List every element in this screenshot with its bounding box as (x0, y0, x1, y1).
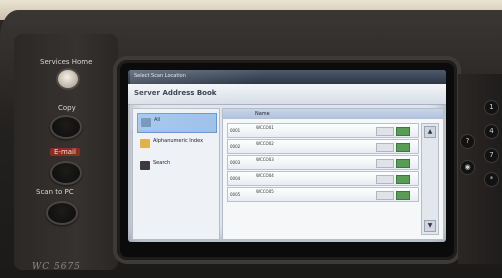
row-number: 0001 (230, 128, 241, 133)
column-name-label: Name (255, 111, 270, 117)
row-name: WCCO03 (256, 157, 274, 162)
row-tag (376, 175, 394, 184)
language-button[interactable]: ◉ (460, 160, 475, 175)
screen-title: Server Address Book (134, 89, 217, 97)
nav-item-alphanumeric-index[interactable]: Alphanumeric Index (137, 135, 215, 153)
help-button[interactable]: ? (460, 134, 475, 149)
touch-screen: Select Scan Location Server Address Book… (128, 70, 446, 242)
list-icon (141, 118, 151, 127)
scrollbar[interactable]: ▲ ▼ (421, 123, 439, 235)
row-number: 0004 (230, 176, 241, 181)
copier-control-panel-photo: Services Home Copy E-mail Scan to PC Sel… (0, 0, 502, 278)
binoculars-icon (140, 161, 150, 170)
email-label: E-mail (50, 148, 80, 156)
row-check[interactable] (396, 127, 410, 136)
row-check[interactable] (396, 175, 410, 184)
email-button[interactable] (50, 161, 82, 185)
screen-topbar: Select Scan Location (128, 70, 446, 84)
services-home-label: Services Home (40, 58, 93, 66)
column-header: Name (223, 109, 443, 119)
nav-item-all[interactable]: All (137, 113, 217, 133)
row-tag (376, 143, 394, 152)
table-row[interactable]: 0005 WCCO05 (227, 187, 419, 202)
row-tag (376, 159, 394, 168)
index-panel: All Alphanumeric Index Search (132, 108, 220, 240)
row-name: WCCO05 (256, 189, 274, 194)
address-list: Name 0001 WCCO01 0002 WCCO02 0003 WCCO03 (222, 108, 444, 240)
nav-item-search[interactable]: Search (137, 157, 215, 175)
scan-to-pc-label: Scan to PC (36, 188, 74, 196)
model-name: WC 5675 (32, 262, 81, 272)
row-check[interactable] (396, 191, 410, 200)
folder-icon (140, 139, 150, 148)
row-name: WCCO01 (256, 125, 274, 130)
row-number: 0003 (230, 160, 241, 165)
screen-topbar-text: Select Scan Location (134, 73, 186, 79)
row-number: 0002 (230, 144, 241, 149)
keypad-button[interactable]: 4 (484, 124, 499, 139)
keypad-button[interactable]: 7 (484, 148, 499, 163)
row-name: WCCO02 (256, 141, 274, 146)
table-row[interactable]: 0004 WCCO04 (227, 171, 419, 186)
scroll-down-icon[interactable]: ▼ (424, 220, 436, 232)
screen-titlebar: Server Address Book (128, 84, 446, 105)
keypad-side: 1 4 7 * ? ◉ (458, 74, 502, 264)
row-check[interactable] (396, 159, 410, 168)
services-home-button[interactable] (56, 68, 80, 90)
table-row[interactable]: 0002 WCCO02 (227, 139, 419, 154)
scroll-up-icon[interactable]: ▲ (424, 126, 436, 138)
table-row[interactable]: 0001 WCCO01 (227, 123, 419, 138)
row-name: WCCO04 (256, 173, 274, 178)
scan-to-pc-button[interactable] (46, 201, 78, 225)
nav-item-label: Alphanumeric Index (153, 138, 204, 144)
row-tag (376, 127, 394, 136)
keypad-button[interactable]: * (484, 172, 499, 187)
nav-item-label: All (154, 117, 161, 123)
row-number: 0005 (230, 192, 241, 197)
nav-item-label: Search (153, 160, 171, 166)
table-row[interactable]: 0003 WCCO03 (227, 155, 419, 170)
row-check[interactable] (396, 143, 410, 152)
copy-button[interactable] (50, 115, 82, 139)
row-tag (376, 191, 394, 200)
keypad-button[interactable]: 1 (484, 100, 499, 115)
copy-label: Copy (58, 104, 76, 112)
